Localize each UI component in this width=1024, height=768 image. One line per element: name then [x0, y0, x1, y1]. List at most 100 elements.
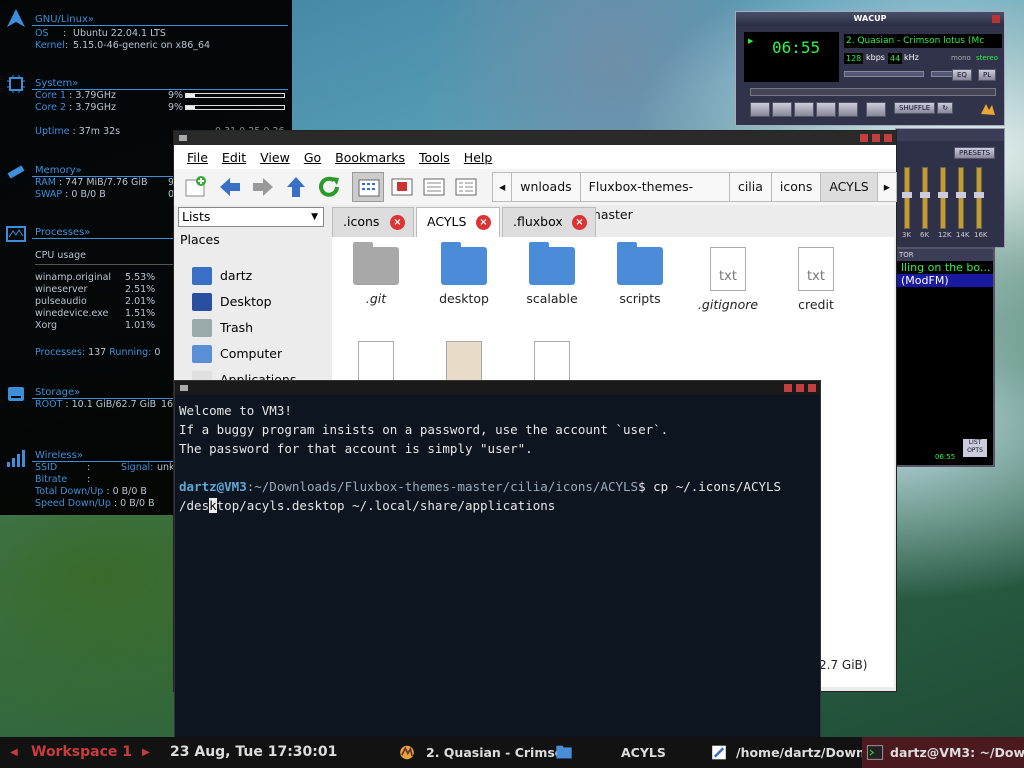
eq-slider[interactable]: [974, 167, 984, 229]
menu-view[interactable]: View: [260, 150, 290, 165]
new-tab-icon[interactable]: [184, 175, 208, 199]
pl-toggle-button[interactable]: PL: [978, 69, 997, 81]
repeat-button[interactable]: ↻: [937, 102, 954, 114]
fm-maximize-button[interactable]: [872, 134, 880, 142]
package-file-icon: [446, 341, 482, 385]
eq-slider[interactable]: [956, 167, 966, 229]
winamp-titlebar[interactable]: WACUP: [736, 12, 1004, 26]
seek-bar[interactable]: [750, 88, 996, 96]
playlist-item[interactable]: lling on the bo...: [897, 261, 993, 274]
terminal-menu-icon[interactable]: [180, 385, 188, 391]
up-arrow-icon[interactable]: [284, 175, 308, 199]
breadcrumb-item[interactable]: cilia: [728, 172, 772, 202]
breadcrumb-left-button[interactable]: ◂: [492, 172, 513, 202]
tab-close-icon[interactable]: ×: [476, 215, 491, 230]
volume-slider[interactable]: [844, 71, 924, 77]
file-item[interactable]: txt credit: [776, 247, 856, 312]
task-home-dartz[interactable]: /home/dartz/Downlo: [736, 737, 878, 768]
winamp-main-window[interactable]: WACUP ▶ 06:55 2. Quasian - Crimson lotus…: [735, 11, 1005, 126]
place-desktop[interactable]: Desktop: [192, 291, 272, 313]
play-button[interactable]: [772, 102, 792, 117]
task-terminal[interactable]: dartz@VM3: ~/Down: [890, 737, 1024, 768]
eq-band-label: 12K: [938, 231, 952, 239]
presets-button[interactable]: PRESETS: [954, 147, 996, 159]
eq-slider[interactable]: [920, 167, 930, 229]
tab-acyls[interactable]: ACYLS ×: [416, 207, 500, 237]
file-item[interactable]: desktop: [424, 242, 504, 306]
place-computer[interactable]: Computer: [192, 343, 282, 365]
tab-close-icon[interactable]: ×: [390, 215, 405, 230]
terminal-minimize-button[interactable]: [784, 384, 792, 392]
terminal-maximize-button[interactable]: [796, 384, 804, 392]
winamp-close-icon[interactable]: [992, 15, 1000, 23]
fm-minimize-button[interactable]: [860, 134, 868, 142]
fm-close-button[interactable]: [884, 134, 892, 142]
file-item[interactable]: .git: [336, 242, 416, 306]
clock: 23 Aug, Tue 17:30:01: [170, 744, 338, 760]
eq-slider[interactable]: [938, 167, 948, 229]
task-acyls[interactable]: ACYLS: [621, 737, 666, 768]
winamp-time: 06:55: [772, 38, 821, 57]
winamp-equalizer-window[interactable]: PRESETS 3K 6K 12K 14K 16K: [895, 128, 1005, 248]
terminal-line: The password for that account is simply …: [179, 441, 533, 456]
thumbnail-view-icon[interactable]: [390, 175, 414, 199]
back-arrow-icon[interactable]: [218, 175, 242, 199]
workspace-name[interactable]: Workspace 1: [31, 737, 132, 768]
detailed-view-icon[interactable]: [454, 175, 478, 199]
file-item[interactable]: scalable: [512, 242, 592, 306]
list-opts-button[interactable]: LIST OPTS: [963, 439, 987, 457]
breadcrumb-right-button[interactable]: ▸: [876, 172, 897, 202]
text-file-icon: [358, 341, 394, 385]
place-dartz[interactable]: dartz: [192, 265, 252, 287]
icon-view-button[interactable]: [352, 172, 384, 202]
breadcrumb-item[interactable]: icons: [770, 172, 822, 202]
taskbar: ◀ Workspace 1 ▶ 23 Aug, Tue 17:30:01 2. …: [0, 737, 1024, 768]
workspace-next-button[interactable]: ▶: [142, 737, 150, 768]
winamp-song-title: 2. Quasian - Crimson lotus (Mc: [844, 34, 1002, 48]
tab-fluxbox[interactable]: .fluxbox ×: [502, 207, 596, 237]
tab-close-icon[interactable]: ×: [572, 215, 587, 230]
task-winamp[interactable]: 2. Quasian - Crimso: [426, 737, 563, 768]
pause-button[interactable]: [794, 102, 814, 117]
eq-slider[interactable]: [902, 167, 912, 229]
winamp-logo-icon[interactable]: [978, 100, 998, 120]
file-item[interactable]: [512, 341, 592, 385]
side-pane-mode-select[interactable]: Lists ▼: [178, 207, 324, 227]
breadcrumb-item[interactable]: Fluxbox-themes-master: [579, 172, 730, 222]
file-item[interactable]: [336, 341, 416, 385]
previous-button[interactable]: [750, 102, 770, 117]
menu-edit[interactable]: Edit: [222, 150, 246, 165]
terminal-output[interactable]: Welcome to VM3! If a buggy program insist…: [175, 395, 820, 521]
file-item[interactable]: [424, 341, 504, 385]
workspace-prev-button[interactable]: ◀: [10, 737, 18, 768]
stop-button[interactable]: [816, 102, 836, 117]
fm-titlebar[interactable]: [174, 131, 896, 145]
menu-go[interactable]: Go: [304, 150, 321, 165]
menu-bookmarks[interactable]: Bookmarks: [335, 150, 405, 165]
fm-menu-icon[interactable]: [179, 135, 187, 141]
file-item[interactable]: txt .gitignore: [688, 247, 768, 312]
compact-view-icon[interactable]: [422, 175, 446, 199]
place-trash[interactable]: Trash: [192, 317, 253, 339]
shuffle-button[interactable]: SHUFFLE: [894, 102, 936, 114]
eject-button[interactable]: [866, 102, 886, 117]
winamp-playlist-window[interactable]: TOR lling on the bo... (ModFM) LIST OPTS…: [895, 247, 995, 467]
file-item[interactable]: scripts: [600, 242, 680, 306]
menu-tools[interactable]: Tools: [419, 150, 450, 165]
terminal-window[interactable]: Welcome to VM3! If a buggy program insist…: [174, 380, 821, 740]
breadcrumb-item[interactable]: ACYLS: [820, 172, 878, 202]
terminal-cursor: k: [209, 498, 217, 513]
place-icon: [192, 319, 212, 337]
eq-toggle-button[interactable]: EQ: [952, 69, 972, 81]
forward-arrow-icon[interactable]: [251, 175, 275, 199]
terminal-close-button[interactable]: [808, 384, 816, 392]
terminal-titlebar[interactable]: [175, 381, 820, 395]
breadcrumb-item[interactable]: wnloads: [511, 172, 581, 202]
menu-help[interactable]: Help: [464, 150, 493, 165]
tab-icons[interactable]: .icons ×: [332, 207, 414, 237]
playlist-item-selected[interactable]: (ModFM): [897, 274, 993, 287]
reload-icon[interactable]: [317, 175, 341, 199]
next-button[interactable]: [838, 102, 858, 117]
menu-file[interactable]: File: [187, 150, 208, 165]
place-icon: [192, 293, 212, 311]
